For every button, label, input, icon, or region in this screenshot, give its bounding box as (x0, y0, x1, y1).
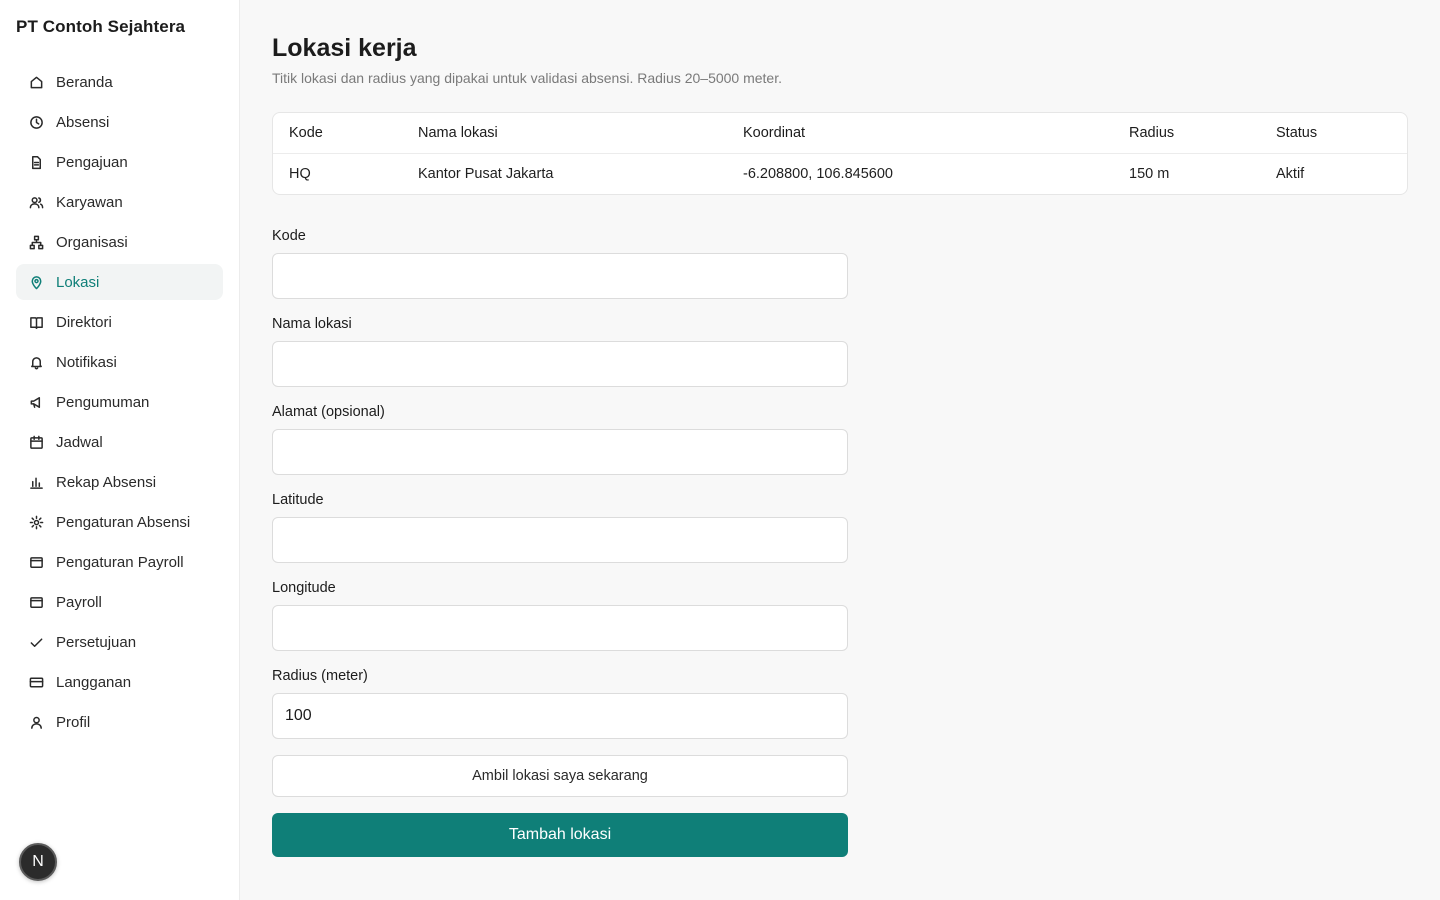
column-header-koordinat: Koordinat (743, 125, 806, 141)
bell-icon (28, 354, 44, 370)
alamat-field[interactable] (272, 429, 848, 475)
sidebar-item-label: Organisasi (56, 233, 128, 251)
cell-koordinat: -6.208800, 106.845600 (743, 166, 893, 182)
get-current-location-button[interactable]: Ambil lokasi saya sekarang (272, 755, 848, 797)
cell-radius: 150 m (1129, 166, 1170, 182)
cell-nama-lokasi: Kantor Pusat Jakarta (418, 166, 554, 182)
longitude-label: Longitude (272, 580, 336, 596)
wallet-icon (28, 594, 44, 610)
gear-icon (28, 514, 44, 530)
calendar-icon (28, 434, 44, 450)
sidebar-item-notifikasi[interactable]: Notifikasi (16, 344, 223, 380)
sidebar-item-label: Direktori (56, 313, 112, 331)
sidebar-nav: Beranda Absensi Pengajuan Karyawan Organ… (16, 64, 223, 744)
sidebar-item-rekap-absensi[interactable]: Rekap Absensi (16, 464, 223, 500)
home-icon (28, 74, 44, 90)
wallet-icon (28, 554, 44, 570)
sidebar-item-karyawan[interactable]: Karyawan (16, 184, 223, 220)
clock-icon (28, 114, 44, 130)
sidebar-item-pengaturan-absensi[interactable]: Pengaturan Absensi (16, 504, 223, 540)
kode-label: Kode (272, 228, 306, 244)
alamat-label: Alamat (opsional) (272, 404, 385, 420)
table-row[interactable]: HQ Kantor Pusat Jakarta -6.208800, 106.8… (273, 154, 1407, 194)
sidebar-item-payroll[interactable]: Payroll (16, 584, 223, 620)
kode-field[interactable] (272, 253, 848, 299)
sidebar-item-beranda[interactable]: Beranda (16, 64, 223, 100)
avatar[interactable]: N (19, 843, 57, 881)
add-location-button[interactable]: Tambah lokasi (272, 813, 848, 857)
table-header-row: Kode Nama lokasi Koordinat Radius Status (273, 113, 1407, 154)
book-icon (28, 314, 44, 330)
users-icon (28, 194, 44, 210)
sidebar-item-label: Pengaturan Absensi (56, 513, 191, 531)
column-header-status: Status (1276, 125, 1318, 141)
sidebar-item-pengaturan-payroll[interactable]: Pengaturan Payroll (16, 544, 223, 580)
sidebar-item-direktori[interactable]: Direktori (16, 304, 223, 340)
sidebar-item-label: Langganan (56, 673, 132, 691)
user-icon (28, 714, 44, 730)
sidebar-item-label: Pengumuman (56, 393, 150, 411)
radius-field[interactable] (272, 693, 848, 739)
credit-card-icon (28, 674, 44, 690)
longitude-field[interactable] (272, 605, 848, 651)
file-icon (28, 154, 44, 170)
bar-chart-icon (28, 474, 44, 490)
page-subtitle: Titik lokasi dan radius yang dipakai unt… (272, 70, 783, 86)
sidebar-item-label: Profil (56, 713, 91, 731)
column-header-radius: Radius (1129, 125, 1175, 141)
radius-label: Radius (meter) (272, 668, 368, 684)
megaphone-icon (28, 394, 44, 410)
sidebar-item-label: Lokasi (56, 273, 100, 291)
sidebar-item-organisasi[interactable]: Organisasi (16, 224, 223, 260)
org-chart-icon (28, 234, 44, 250)
cell-kode: HQ (289, 166, 311, 182)
sidebar-item-persetujuan[interactable]: Persetujuan (16, 624, 223, 660)
sidebar-item-label: Pengajuan (56, 153, 128, 171)
map-pin-icon (28, 274, 44, 290)
cell-status: Aktif (1276, 166, 1305, 182)
sidebar-item-profil[interactable]: Profil (16, 704, 223, 740)
column-header-kode: Kode (289, 125, 323, 141)
sidebar-item-label: Beranda (56, 73, 113, 91)
page-title: Lokasi kerja (272, 34, 417, 62)
sidebar-item-label: Pengaturan Payroll (56, 553, 184, 571)
latitude-label: Latitude (272, 492, 324, 508)
column-header-nama-lokasi: Nama lokasi (418, 125, 498, 141)
sidebar-item-label: Notifikasi (56, 353, 117, 371)
sidebar-item-label: Rekap Absensi (56, 473, 157, 491)
sidebar-item-absensi[interactable]: Absensi (16, 104, 223, 140)
latitude-field[interactable] (272, 517, 848, 563)
sidebar-item-label: Jadwal (56, 433, 103, 451)
sidebar-item-langganan[interactable]: Langganan (16, 664, 223, 700)
nama-lokasi-label: Nama lokasi (272, 316, 352, 332)
sidebar-item-label: Payroll (56, 593, 102, 611)
sidebar-item-label: Karyawan (56, 193, 123, 211)
company-name: PT Contoh Sejahtera (16, 17, 186, 36)
sidebar-item-lokasi[interactable]: Lokasi (16, 264, 223, 300)
sidebar-item-jadwal[interactable]: Jadwal (16, 424, 223, 460)
sidebar: PT Contoh Sejahtera Beranda Absensi Peng… (0, 0, 240, 900)
sidebar-item-label: Absensi (56, 113, 110, 131)
check-icon (28, 634, 44, 650)
locations-table: Kode Nama lokasi Koordinat Radius Status… (272, 112, 1408, 195)
sidebar-item-pengumuman[interactable]: Pengumuman (16, 384, 223, 420)
sidebar-item-label: Persetujuan (56, 633, 137, 651)
sidebar-item-pengajuan[interactable]: Pengajuan (16, 144, 223, 180)
nama-lokasi-field[interactable] (272, 341, 848, 387)
